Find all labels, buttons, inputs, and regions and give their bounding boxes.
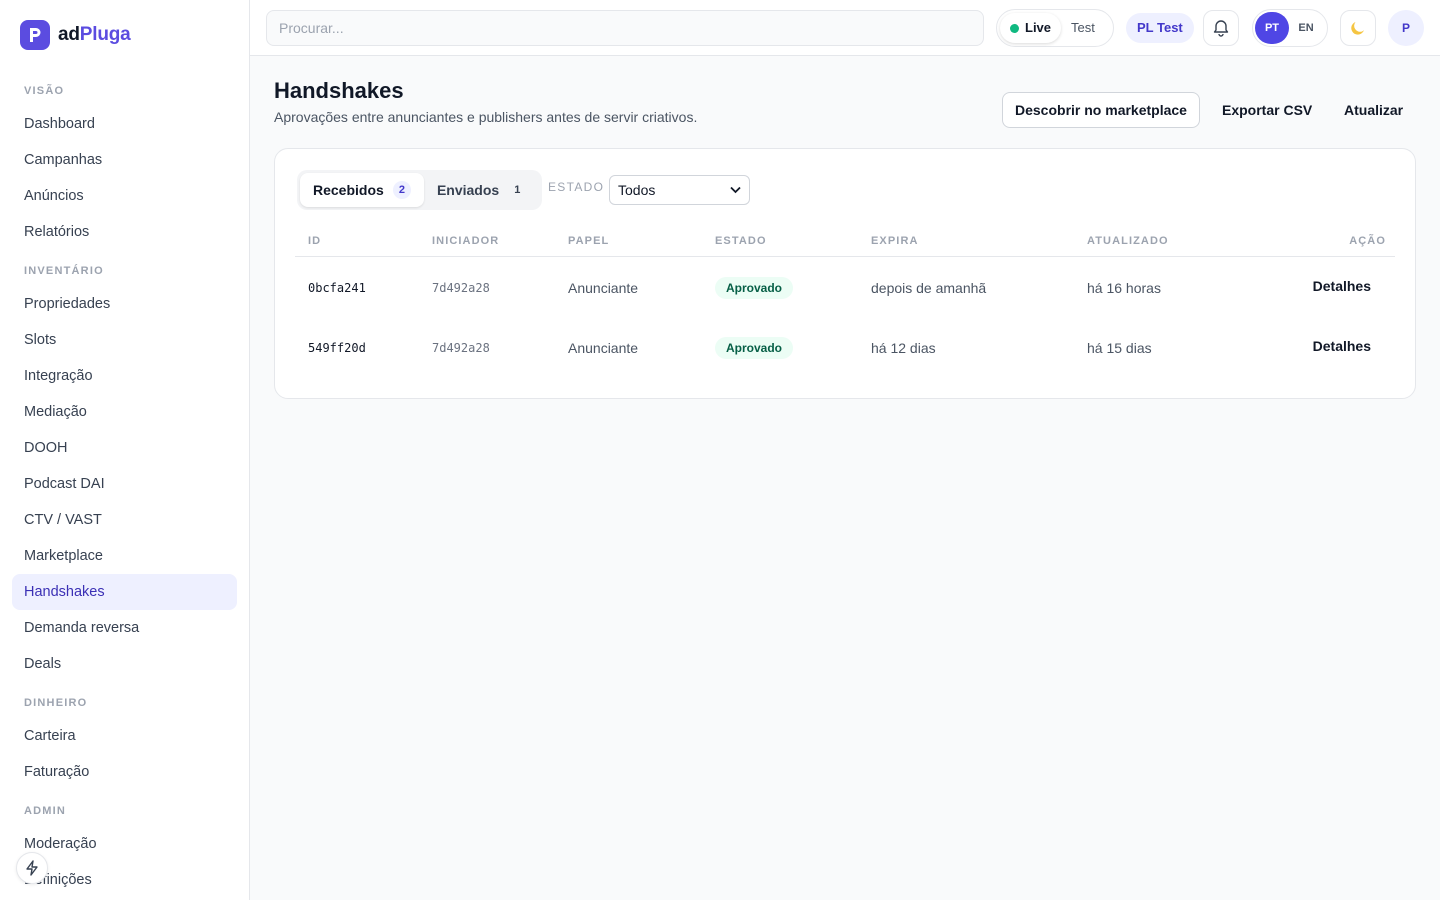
details-button[interactable]: Detalhes [1313,338,1371,354]
sidebar: adPluga VISÃO Dashboard Campanhas Anúnci… [0,0,250,900]
cell-initiator: 7d492a28 [432,281,490,295]
sidebar-item-deals[interactable]: Deals [12,646,237,682]
refresh-button[interactable]: Atualizar [1331,92,1416,128]
page-title: Handshakes [274,78,404,103]
page-subtitle: Aprovações entre anunciantes e publisher… [274,109,698,125]
sidebar-item-dooh[interactable]: DOOH [12,430,237,466]
cell-updated: há 16 horas [1087,280,1161,296]
nav-section-inventario: INVENTÁRIO [24,265,104,277]
col-iniciador: INICIADOR [432,235,500,247]
sidebar-item-dashboard[interactable]: Dashboard [12,106,237,142]
sidebar-item-faturacao[interactable]: Faturação [12,754,237,790]
sidebar-item-handshakes[interactable]: Handshakes [12,574,237,610]
bolt-icon[interactable] [16,852,48,884]
live-status-dot [1010,23,1019,33]
state-filter-select[interactable]: Todos [609,175,750,205]
cell-id: 0bcfa241 [308,281,366,295]
sidebar-item-propriedades[interactable]: Propriedades [12,286,237,322]
sidebar-item-moderacao[interactable]: Moderação [12,826,237,862]
cell-role: Anunciante [568,280,639,296]
direction-tabs: Recebidos 2 Enviados 1 [297,170,543,210]
search-input[interactable] [266,10,984,46]
sidebar-item-relatorios[interactable]: Relatórios [12,214,237,250]
brand-name: adPluga [58,24,131,45]
topbar: Live Test PL Test PT EN P [250,0,1440,56]
sidebar-item-slots[interactable]: Slots [12,322,237,358]
col-id: ID [308,235,322,247]
status-badge: Aprovado [715,337,794,359]
table-header: ID INICIADOR PAPEL ESTADO EXPIRA ATUALIZ… [295,227,1395,257]
cell-role: Anunciante [568,340,639,356]
sidebar-nav: VISÃO Dashboard Campanhas Anúncios Relat… [0,76,249,898]
sidebar-item-integracao[interactable]: Integração [12,358,237,394]
sidebar-item-marketplace[interactable]: Marketplace [12,538,237,574]
mode-live-option[interactable]: Live [1000,13,1062,43]
brand-logo-icon [20,20,50,50]
tab-recebidos[interactable]: Recebidos 2 [300,173,424,207]
cell-expires: há 12 dias [871,340,936,356]
chevron-down-icon [730,186,741,194]
language-switcher[interactable]: PT EN [1252,9,1328,47]
tab-enviados[interactable]: Enviados 1 [424,173,539,207]
sidebar-item-carteira[interactable]: Carteira [12,718,237,754]
cell-updated: há 15 dias [1087,340,1152,356]
table-row: 549ff20d 7d492a28 Anunciante Aprovado há… [295,318,1395,378]
details-button[interactable]: Detalhes [1313,278,1371,294]
col-atualizado: ATUALIZADO [1087,235,1169,247]
handshakes-card: Recebidos 2 Enviados 1 ESTADO Todos ID I… [274,148,1416,399]
col-expira: EXPIRA [871,235,919,247]
sidebar-item-podcast-dai[interactable]: Podcast DAI [12,466,237,502]
export-csv-button[interactable]: Exportar CSV [1209,92,1325,128]
discover-marketplace-button[interactable]: Descobrir no marketplace [1002,92,1200,128]
mode-toggle[interactable]: Live Test [996,9,1114,47]
lang-en-option[interactable]: EN [1289,12,1323,44]
col-acao: AÇÃO [1349,235,1386,247]
state-filter-label: ESTADO [548,180,605,194]
org-badge[interactable]: PL Test [1126,13,1194,43]
status-badge: Aprovado [715,277,794,299]
cell-initiator: 7d492a28 [432,341,490,355]
col-papel: PAPEL [568,235,610,247]
table-row: 0bcfa241 7d492a28 Anunciante Aprovado de… [295,258,1395,318]
sidebar-item-demanda-reversa[interactable]: Demanda reversa [12,610,237,646]
sidebar-item-campanhas[interactable]: Campanhas [12,142,237,178]
nav-section-admin: ADMIN [24,805,67,817]
count-badge: 1 [514,184,521,196]
mode-test-option[interactable]: Test [1061,13,1105,43]
count-badge: 2 [392,181,411,199]
theme-moon-icon[interactable] [1340,10,1376,46]
sidebar-item-anuncios[interactable]: Anúncios [12,178,237,214]
col-estado: ESTADO [715,235,767,247]
nav-section-visao: VISÃO [24,85,65,97]
cell-expires: depois de amanhã [871,280,987,296]
nav-section-dinheiro: DINHEIRO [24,697,88,709]
user-avatar[interactable]: P [1388,10,1424,46]
lang-pt-option[interactable]: PT [1255,12,1289,44]
sidebar-item-ctv-vast[interactable]: CTV / VAST [12,502,237,538]
sidebar-item-mediacao[interactable]: Mediação [12,394,237,430]
cell-id: 549ff20d [308,341,366,355]
brand[interactable]: adPluga [20,20,131,50]
notifications-bell-icon[interactable] [1203,10,1239,46]
